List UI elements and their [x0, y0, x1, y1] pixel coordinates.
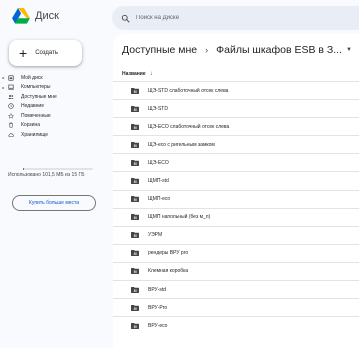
plus-icon: + [19, 45, 28, 61]
column-header-label: Название [122, 71, 146, 77]
breadcrumb-item-shared[interactable]: Доступные мне [122, 44, 197, 56]
caret-right-icon[interactable]: ▸ [0, 85, 7, 90]
shared-folder-icon [131, 105, 139, 112]
trash-icon [7, 122, 15, 129]
file-row[interactable]: ЩЭ-eco с ригельным замком [113, 135, 359, 153]
search-bar[interactable] [112, 6, 359, 30]
shared-icon [7, 93, 15, 100]
shared-folder-icon [131, 232, 139, 239]
sidebar-item-label: Компьютеры [21, 84, 51, 91]
file-name: ЩМП-std [148, 178, 169, 185]
file-row[interactable]: рендеры ВРУ pro [113, 243, 359, 262]
shared-folder-icon [131, 141, 139, 148]
shared-folder-icon [131, 178, 139, 185]
search-icon[interactable] [121, 14, 130, 23]
file-row[interactable]: ЩЭ-STD [113, 99, 359, 117]
file-row[interactable]: ЩЭ-STD слаботочный отсек слева [113, 81, 359, 99]
file-name: ЩЭ-eco с ригельным замком [148, 141, 215, 148]
sidebar-item-shared[interactable]: Доступные мне [0, 92, 100, 102]
main-panel: Доступные мне › Файлы шкафов ESB в З... … [113, 34, 359, 348]
star-icon [7, 112, 15, 119]
file-row[interactable]: ЩЭ-ECO слаботочный отсек слева [113, 117, 359, 135]
file-name: УЭРМ [148, 232, 163, 239]
arrow-down-icon[interactable]: ↓ [150, 71, 153, 77]
shared-folder-icon [131, 304, 139, 311]
computer-icon [7, 84, 15, 91]
breadcrumb: Доступные мне › Файлы шкафов ESB в З... … [122, 41, 359, 59]
shared-folder-icon [131, 123, 139, 130]
shared-folder-icon [131, 159, 139, 166]
file-name: ЩМП напольный (без м_п) [148, 214, 211, 221]
chevron-right-icon: › [205, 45, 209, 55]
shared-folder-icon [131, 268, 139, 275]
sidebar-item-label: Доступные мне [21, 93, 57, 100]
chevron-down-icon[interactable]: ▼ [346, 47, 352, 53]
shared-folder-icon [131, 250, 139, 257]
sidebar-item-my-drive[interactable]: ▸ Мой диск [0, 73, 100, 83]
drive-logo[interactable]: Диск [12, 6, 59, 26]
file-row[interactable]: ВРУ-std [113, 280, 359, 298]
file-name: ВРУ-std [148, 286, 167, 293]
file-name: Клемная коробка [148, 268, 189, 275]
create-button-label: Создать [35, 50, 58, 56]
shared-folder-icon [131, 196, 139, 203]
file-row[interactable]: УЭРМ [113, 225, 359, 244]
file-row[interactable]: Клемная коробка [113, 261, 359, 280]
shared-folder-icon [131, 322, 139, 329]
file-row[interactable]: ЩМП-std [113, 171, 359, 189]
create-button[interactable]: + Создать [9, 40, 82, 66]
sidebar-item-label: Недавние [21, 103, 44, 110]
file-list: ЩЭ-STD слаботочный отсек слева ЩЭ-STD ЩЭ-E… [113, 81, 359, 334]
drive-logo-icon [12, 8, 30, 24]
sidebar-item-computers[interactable]: ▸ Компьютеры [0, 83, 100, 93]
search-input[interactable] [136, 15, 336, 21]
sidebar-item-storage[interactable]: Хранилище [0, 130, 100, 140]
file-row[interactable]: ЩМП-eco [113, 189, 359, 208]
file-row[interactable]: ВРУ-Pro [113, 298, 359, 316]
sidebar-item-label: Хранилище [21, 131, 48, 138]
app-title: Диск [35, 10, 59, 22]
column-header-name[interactable]: Название ↓ [122, 68, 153, 80]
clock-icon [7, 103, 15, 110]
shared-folder-icon [131, 286, 139, 293]
storage-progress-bar [23, 168, 93, 170]
sidebar-item-label: Корзина [21, 122, 41, 129]
my-drive-icon [7, 74, 15, 81]
file-name: ЩЭ-STD слаботочный отсек слева [148, 87, 229, 94]
sidebar-item-starred[interactable]: Помеченные [0, 111, 100, 121]
sidebar-item-trash[interactable]: Корзина [0, 121, 100, 131]
cloud-icon [7, 131, 15, 138]
storage-progress-fill [23, 168, 25, 170]
storage-usage-text: Использовано 101,5 МБ из 15 ГБ [8, 172, 85, 178]
sidebar-item-label: Помеченные [21, 112, 51, 119]
sidebar-item-label: Мой диск [21, 74, 43, 81]
sidebar-nav: ▸ Мой диск ▸ Компьютеры Доступные мне Не… [0, 73, 100, 140]
file-row[interactable]: ЩЭ-ECO [113, 153, 359, 171]
shared-folder-icon [131, 87, 139, 94]
file-row[interactable]: ЩМП напольный (без м_п) [113, 207, 359, 226]
file-row[interactable]: ВРУ-eco [113, 316, 359, 334]
file-name: ЩЭ-ECO [148, 159, 169, 166]
file-name: рендеры ВРУ pro [148, 250, 189, 257]
file-name: ВРУ-Pro [148, 304, 168, 311]
file-name: ЩЭ-ECO слаботочный отсек слева [148, 123, 230, 130]
buy-storage-button[interactable]: Купить больше места [12, 195, 96, 211]
sidebar-item-recent[interactable]: Недавние [0, 102, 100, 112]
file-name: ЩМП-eco [148, 196, 171, 203]
file-name: ВРУ-eco [148, 322, 168, 329]
breadcrumb-item-current[interactable]: Файлы шкафов ESB в З... [216, 44, 342, 56]
shared-folder-icon [131, 214, 139, 221]
file-name: ЩЭ-STD [148, 105, 168, 112]
caret-right-icon[interactable]: ▸ [0, 75, 7, 80]
